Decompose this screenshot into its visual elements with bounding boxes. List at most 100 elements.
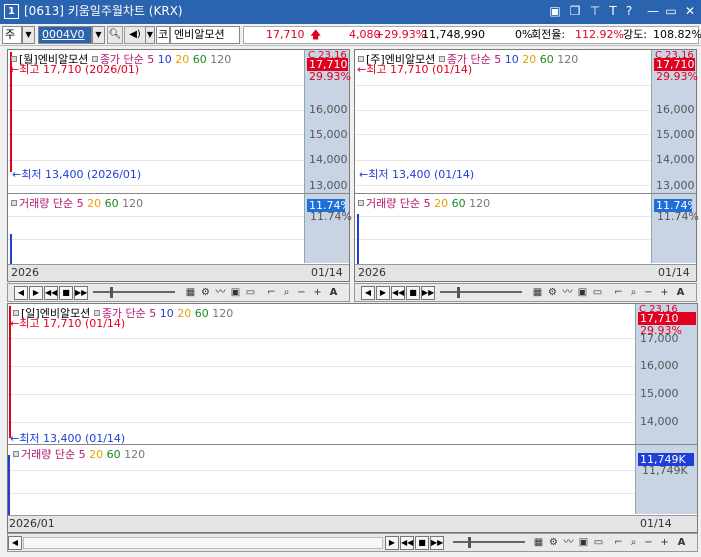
volume-legend: 거래량 단순 5 20 60 120: [11, 197, 143, 210]
window-number: 1: [4, 4, 19, 19]
panel-icon[interactable]: ▭: [244, 286, 257, 300]
chevron-down-icon[interactable]: ▼: [92, 26, 105, 44]
crosshair-icon[interactable]: ⌐: [612, 286, 625, 300]
turnover-value: 112.92%: [575, 28, 624, 41]
strength-label: 강도:: [623, 28, 647, 41]
slider-handle[interactable]: [468, 537, 471, 548]
layout-icon[interactable]: ▦: [531, 286, 544, 300]
fast-forward-button[interactable]: ▶▶: [421, 286, 435, 300]
crosshair-icon[interactable]: ⌐: [265, 286, 278, 300]
volume-axis: 11.74% 11.74%: [304, 193, 352, 263]
rewind-button[interactable]: ◀◀: [44, 286, 58, 300]
layout-icon[interactable]: ▦: [532, 536, 545, 550]
price-plot[interactable]: [월]엔비알모션 종가 단순 5 10 20 60 120 ←최고 17,710…: [8, 50, 304, 190]
stop-button[interactable]: ■: [59, 286, 73, 300]
price-plot[interactable]: [일]엔비알모션 종가 단순 5 10 20 60 120 ←최고 17,710…: [8, 304, 635, 445]
auto-scale-icon[interactable]: A: [674, 286, 687, 300]
fast-forward-button[interactable]: ▶▶: [74, 286, 88, 300]
price-plot[interactable]: [주]엔비알모션 종가 단순 5 10 20 60 120 ←최고 17,710…: [355, 50, 651, 190]
price-axis: C 23,16 17,710 29.93% 17,000 16,000 15,0…: [635, 304, 697, 444]
crosshair-icon[interactable]: ⌐: [612, 536, 625, 550]
layout-icon[interactable]: ▦: [184, 286, 197, 300]
chevron-down-icon[interactable]: ▼: [145, 26, 155, 44]
stop-button[interactable]: ■: [406, 286, 420, 300]
window-icon-2[interactable]: ❐: [568, 3, 582, 19]
magnifier-icon[interactable]: ⌕: [280, 286, 293, 300]
zoom-in-icon[interactable]: +: [658, 536, 671, 550]
slider-handle[interactable]: [110, 287, 113, 298]
zoom-slider[interactable]: [93, 291, 175, 293]
magnifier-icon[interactable]: ⌕: [627, 286, 640, 300]
zoom-slider[interactable]: [453, 541, 525, 543]
volume-legend: 거래량 단순 5 20 60 120: [358, 197, 490, 210]
scroll-right-button[interactable]: ▶: [376, 286, 390, 300]
zoom-in-icon[interactable]: +: [311, 286, 324, 300]
stock-code-input[interactable]: 0004V0: [38, 26, 92, 44]
daily-nav-bar: ◀ ▶ ◀◀ ■ ▶▶ ▦ ⚙ 〰 ▣ ▭ ⌐ ⌕ − + A: [7, 533, 698, 552]
minimize-icon[interactable]: —: [646, 3, 660, 19]
wave-icon[interactable]: 〰: [561, 286, 574, 300]
monthly-nav-bar: ◀ ▶ ◀◀ ■ ▶▶ ▦ ⚙ 〰 ▣ ▭ ⌐ ⌕ − + A: [7, 283, 350, 302]
title-bar: 1 [0613] 키움일주월차트 (KRX) ▣ ❐ ⊤ T ? — ▭ ✕: [0, 0, 701, 24]
date-bar: 2026/01 01/14: [8, 515, 697, 532]
copy-icon[interactable]: ▣: [577, 536, 590, 550]
wave-icon[interactable]: 〰: [562, 536, 575, 550]
close-icon[interactable]: ✕: [683, 3, 697, 19]
price-axis: C 23,16 17,710 29.93% 16,000 15,000 14,0…: [304, 50, 351, 193]
maximize-icon[interactable]: ▭: [664, 3, 678, 19]
scroll-right-button[interactable]: ▶: [385, 536, 399, 550]
monthly-chart-panel: [월]엔비알모션 종가 단순 5 10 20 60 120 ←최고 17,710…: [7, 49, 352, 282]
stock-name[interactable]: 엔비알모션: [170, 26, 240, 44]
zoom-in-icon[interactable]: +: [658, 286, 671, 300]
window-title: [0613] 키움일주월차트 (KRX): [24, 4, 183, 18]
magnifier-icon[interactable]: ⌕: [627, 536, 640, 550]
high-annotation: ←최고 17,710 (01/14): [10, 317, 126, 330]
ratio: 0%: [515, 28, 533, 41]
auto-scale-icon[interactable]: A: [327, 286, 340, 300]
rewind-button[interactable]: ◀◀: [400, 536, 414, 550]
window-icon-1[interactable]: ▣: [548, 3, 562, 19]
high-annotation: ←최고 17,710 (01/14): [357, 63, 473, 76]
low-annotation: ←최저 13,400 (2026/01): [12, 168, 142, 181]
gear-icon[interactable]: ⚙: [546, 286, 559, 300]
panel-icon[interactable]: ▭: [591, 286, 604, 300]
wave-icon[interactable]: 〰: [214, 286, 227, 300]
stop-button[interactable]: ■: [415, 536, 429, 550]
zoom-out-icon[interactable]: −: [642, 286, 655, 300]
slider-handle[interactable]: [457, 287, 460, 298]
volume-plot[interactable]: 거래량 단순 5 20 60 120: [8, 193, 304, 264]
zoom-out-icon[interactable]: −: [295, 286, 308, 300]
volume-plot[interactable]: 거래량 단순 5 20 60 120: [8, 444, 635, 515]
volume-bar: [357, 214, 359, 264]
gear-icon[interactable]: ⚙: [547, 536, 560, 550]
rewind-button[interactable]: ◀◀: [391, 286, 405, 300]
volume-plot[interactable]: 거래량 단순 5 20 60 120: [355, 193, 651, 264]
gear-icon[interactable]: ⚙: [199, 286, 212, 300]
copy-icon[interactable]: ▣: [229, 286, 242, 300]
zoom-out-icon[interactable]: −: [642, 536, 655, 550]
current-price: 17,710: [266, 28, 305, 41]
scroll-right-button[interactable]: ▶: [29, 286, 43, 300]
pin-icon[interactable]: ⊤: [588, 3, 602, 19]
toolbar: 주 ▼ 0004V0 ▼ 🔍︎ ◀︎) ▼ 코 엔비알모션 17,710 🡅 4…: [0, 24, 701, 46]
fast-forward-button[interactable]: ▶▶: [430, 536, 444, 550]
help-icon[interactable]: ?: [622, 3, 636, 19]
date-bar: 2026 01/14: [355, 264, 696, 281]
text-icon[interactable]: T: [606, 3, 620, 19]
auto-scale-icon[interactable]: A: [675, 536, 688, 550]
scroll-left-button[interactable]: ◀: [8, 536, 22, 550]
horizontal-scrollbar[interactable]: [23, 537, 383, 549]
weekly-chart-panel: [주]엔비알모션 종가 단순 5 10 20 60 120 ←최고 17,710…: [354, 49, 699, 282]
market-select[interactable]: 주: [2, 26, 22, 44]
volume-bar: [8, 455, 10, 515]
scroll-left-button[interactable]: ◀: [14, 286, 28, 300]
panel-icon[interactable]: ▭: [592, 536, 605, 550]
copy-icon[interactable]: ▣: [576, 286, 589, 300]
speaker-icon[interactable]: ◀︎): [124, 26, 146, 44]
search-icon[interactable]: 🔍︎: [107, 26, 123, 44]
chevron-down-icon[interactable]: ▼: [22, 26, 35, 44]
scroll-left-button[interactable]: ◀: [361, 286, 375, 300]
volume: 11,748,990: [422, 28, 485, 41]
zoom-slider[interactable]: [440, 291, 522, 293]
up-arrow-icon: 🡅: [310, 28, 322, 41]
